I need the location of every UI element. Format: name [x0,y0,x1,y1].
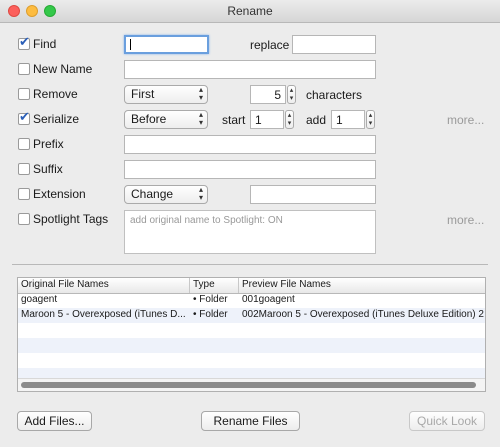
rename-files-button[interactable]: Rename Files [201,411,300,431]
table-row[interactable]: Maroon 5 - Overexposed (iTunes D... • Fo… [18,308,485,323]
column-header-original[interactable]: Original File Names [21,279,109,290]
spotlight-tags-checkbox[interactable] [18,213,30,225]
serialize-option[interactable]: Serialize [18,110,118,131]
prefix-checkbox[interactable] [18,138,30,150]
new-name-option[interactable]: New Name [18,61,118,81]
scrollbar-thumb[interactable] [21,382,476,388]
empty-row [18,353,485,368]
find-option[interactable]: Find [18,35,118,56]
start-stepper[interactable]: ▴ ▾ [285,110,294,129]
column-header-preview[interactable]: Preview File Names [242,279,331,290]
column-separator[interactable] [238,278,239,293]
serialize-position-value: Before [131,112,167,126]
serialize-position-popup[interactable]: Before ▴ ▾ [124,110,208,129]
extension-mode-popup[interactable]: Change ▴ ▾ [124,185,208,204]
remove-mode-popup[interactable]: First ▴ ▾ [124,85,208,104]
remove-count-stepper[interactable]: ▴ ▾ [287,85,296,104]
popup-arrows-icon: ▴ ▾ [198,185,203,202]
find-checkbox[interactable] [18,35,30,50]
section-divider [12,264,488,265]
suffix-option[interactable]: Suffix [18,161,118,181]
popup-arrows-icon: ▴ ▾ [198,110,203,127]
original-name-cell: Maroon 5 - Overexposed (iTunes D... [21,309,186,320]
add-stepper[interactable]: ▴ ▾ [366,110,375,129]
table-header: Original File Names Type Preview File Na… [18,278,485,294]
add-label: add [306,113,327,127]
window-title: Rename [227,4,273,18]
remove-checkbox[interactable] [18,88,30,100]
serialize-label: Serialize [33,112,80,126]
spotlight-tags-label: Spotlight Tags [33,212,109,226]
extension-checkbox[interactable] [18,188,30,200]
serialize-more-link[interactable]: more... [447,113,484,127]
empty-row [18,338,485,353]
text-caret [130,39,131,50]
original-name-cell: goagent [21,294,58,305]
serialize-checkbox[interactable] [18,110,30,125]
remove-mode-value: First [131,87,155,101]
type-cell: • Folder [193,294,228,305]
characters-label: characters [306,88,363,102]
column-separator[interactable] [189,278,190,293]
replace-label: replace [250,38,290,52]
title-bar: Rename [0,0,500,23]
new-name-input[interactable] [124,60,376,79]
find-label: Find [33,37,57,51]
spotlight-tags-textarea[interactable]: add original name to Spotlight: ON [124,210,376,254]
add-field[interactable]: 1 [331,110,365,129]
prefix-label: Prefix [33,137,64,151]
remove-count-field[interactable]: 5 [250,85,286,104]
remove-label: Remove [33,87,78,101]
quick-look-button[interactable]: Quick Look [409,411,485,431]
extension-option[interactable]: Extension [18,186,118,206]
horizontal-scrollbar[interactable] [18,378,485,391]
empty-row [18,323,485,338]
extension-label: Extension [33,187,86,201]
suffix-input[interactable] [124,160,376,179]
find-input[interactable] [124,35,209,54]
extension-input[interactable] [250,185,376,204]
start-label: start [222,113,246,127]
suffix-label: Suffix [33,162,63,176]
new-name-label: New Name [33,62,93,76]
add-files-button[interactable]: Add Files... [17,411,92,431]
suffix-checkbox[interactable] [18,163,30,175]
prefix-option[interactable]: Prefix [18,136,118,156]
start-field[interactable]: 1 [250,110,284,129]
remove-option[interactable]: Remove [18,86,118,106]
column-header-type[interactable]: Type [193,279,215,290]
table-row[interactable]: goagent • Folder 001goagent [18,293,485,308]
type-cell: • Folder [193,309,228,320]
preview-name-cell: 001goagent [242,294,295,305]
prefix-input[interactable] [124,135,376,154]
new-name-checkbox[interactable] [18,63,30,75]
spotlight-tags-option[interactable]: Spotlight Tags [18,211,128,231]
file-table[interactable]: Original File Names Type Preview File Na… [17,277,486,392]
replace-input[interactable] [292,35,376,54]
spotlight-more-link[interactable]: more... [447,213,484,227]
popup-arrows-icon: ▴ ▾ [198,85,203,102]
extension-mode-value: Change [131,187,174,201]
preview-name-cell: 002Maroon 5 - Overexposed (iTunes Deluxe… [242,309,484,320]
